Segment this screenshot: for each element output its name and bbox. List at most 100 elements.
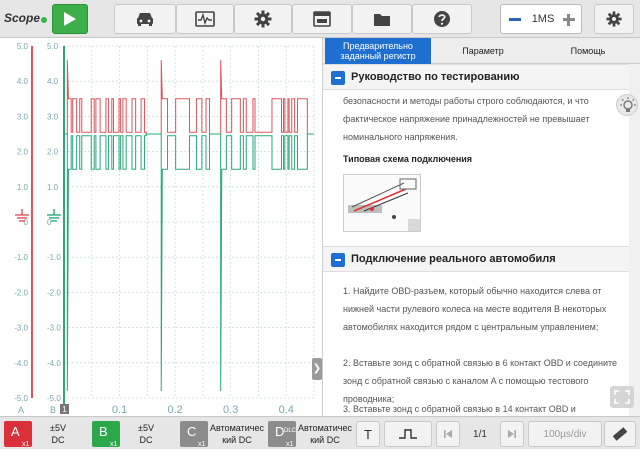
channel-b-settings: ±5V DC <box>138 423 154 445</box>
open-folder-button[interactable] <box>352 4 412 34</box>
y-tick-label-a: 4.0 <box>17 77 29 86</box>
folder-icon <box>374 13 390 26</box>
vehicle-step-1: 1. Найдите OBD-разъем, который обычно на… <box>343 286 607 332</box>
connection-diagram-thumbnail[interactable] <box>343 174 421 232</box>
y-tick-label-b: -3.0 <box>47 324 61 333</box>
y-tick-label-b: -5.0 <box>47 394 61 403</box>
panel-tabs: Предварительно заданный регистр Параметр… <box>323 38 640 64</box>
y-tick-label-a: 5.0 <box>17 42 29 51</box>
y-tick-label-a: -3.0 <box>14 324 28 333</box>
waveform-library-button[interactable] <box>176 4 234 34</box>
play-icon <box>64 12 76 26</box>
y-tick-label-b: 2.0 <box>47 148 59 157</box>
waveform-icon <box>195 11 215 27</box>
lightbulb-icon <box>620 97 636 112</box>
first-page-button[interactable] <box>436 421 460 447</box>
y-tick-label-a: 2.0 <box>17 148 29 157</box>
y-tick-label-b: 1.0 <box>47 183 59 192</box>
tab-help[interactable]: Помощь <box>535 38 640 64</box>
app-title: Scope <box>4 11 48 25</box>
channel-a-control[interactable]: Ax1 ±5V DC <box>4 421 88 448</box>
scope-settings-button[interactable] <box>594 4 634 34</box>
time-per-div-selector[interactable]: 100µs/div <box>528 421 602 447</box>
fullscreen-button[interactable] <box>610 386 634 408</box>
tab-parameter[interactable]: Параметр <box>431 38 535 64</box>
y-tick-label-a: 0 <box>24 218 29 227</box>
rising-edge-icon <box>399 429 417 439</box>
x-tick-label: 0.3 <box>223 404 238 416</box>
x-tick-label: 0.4 <box>279 404 294 416</box>
guide-section-header[interactable]: Руководство по тестированию <box>323 64 629 90</box>
timebase-value: 1MS <box>531 13 555 25</box>
status-dot-icon <box>41 17 48 23</box>
ruler-icon <box>612 427 628 441</box>
trigger-edge-button[interactable] <box>384 421 432 447</box>
last-page-button[interactable] <box>500 421 524 447</box>
y-tick-label-a: -5.0 <box>14 394 28 403</box>
vehicle-section-header[interactable]: Подключение реального автомобиля <box>323 246 629 272</box>
y-tick-label-b: -4.0 <box>47 359 61 368</box>
channel-c-settings: Автоматичес кий DC <box>210 423 264 445</box>
vehicle-step-3: 3. Вставьте зонд с обратной связью в 14 … <box>343 404 576 414</box>
collapse-icon[interactable] <box>331 71 345 85</box>
y-tick-label-b: -1.0 <box>47 253 61 262</box>
waveform-plot[interactable]: 5.0 4.0 3.0 2.0 1.0 0 -1.0 -2.0 -3.0 -4.0 -5.0 5.0 4… <box>0 38 322 416</box>
y-tick-label-a: 3.0 <box>17 112 29 121</box>
trigger-button[interactable]: T <box>356 421 380 447</box>
help-button[interactable] <box>412 4 472 34</box>
diagram-title: Типовая схема подключения <box>343 154 473 164</box>
bottom-toolbar: Ax1 ±5V DC Bx1 ±5V DC Cx1 Автоматичес кий D… <box>0 416 640 449</box>
ruler-button[interactable] <box>604 421 636 447</box>
y-tick-label-b: 3.0 <box>47 112 59 121</box>
top-toolbar: Scope 1MS <box>0 0 640 38</box>
vehicle-button[interactable] <box>114 4 176 34</box>
zoom-icon[interactable] <box>408 219 420 231</box>
guide-heading: Руководство по тестированию <box>351 71 520 83</box>
y-tick-label-a: -4.0 <box>14 359 28 368</box>
skip-forward-icon <box>508 430 516 438</box>
channel-a-trace <box>64 60 314 135</box>
expand-icon <box>614 390 630 404</box>
y-tick-label-b: -2.0 <box>47 288 61 297</box>
skip-back-icon <box>444 430 452 438</box>
window-button[interactable] <box>292 4 352 34</box>
channel-a-settings: ±5V DC <box>50 423 66 445</box>
axis-a-label: A <box>18 405 24 415</box>
channel-b-trace <box>64 133 314 391</box>
channel-a-badge[interactable]: Ax1 <box>4 421 32 448</box>
play-button[interactable] <box>52 4 88 34</box>
x-tick-label: 0.2 <box>167 404 182 416</box>
y-tick-label-b: 5.0 <box>47 42 59 51</box>
gear-icon <box>606 11 622 27</box>
channel-c-control[interactable]: Cx1 Автоматичес кий DC <box>180 421 266 448</box>
y-tick-label-b: 0 <box>47 218 52 227</box>
page-indicator: 1/1 <box>473 428 487 440</box>
car-icon <box>137 13 153 26</box>
channel-b-badge[interactable]: Bx1 <box>92 421 120 448</box>
channel-d-badge[interactable]: Dx1 DLC <box>268 421 296 448</box>
axis-b-label: B <box>50 405 56 415</box>
tab-preset-register[interactable]: Предварительно заданный регистр <box>325 38 431 64</box>
timebase-decrease-button[interactable] <box>509 18 521 21</box>
channel-d-settings: Автоматичес кий DC <box>298 423 352 445</box>
y-tick-label-a: 1.0 <box>17 183 29 192</box>
vehicle-heading: Подключение реального автомобиля <box>351 253 556 265</box>
guide-text: безопасности и методы работы строго собл… <box>343 96 590 142</box>
cursor-marker-label: 1 <box>62 405 67 414</box>
info-panel: Предварительно заданный регистр Параметр… <box>322 38 640 416</box>
collapse-icon[interactable] <box>331 253 345 267</box>
lightbulb-button[interactable] <box>616 94 638 116</box>
timebase-control: 1MS <box>500 4 582 34</box>
settings-button[interactable] <box>234 4 292 34</box>
channel-b-control[interactable]: Bx1 ±5V DC <box>92 421 176 448</box>
window-icon <box>313 11 331 27</box>
y-tick-label-a: -2.0 <box>14 288 28 297</box>
channel-d-control[interactable]: Dx1 DLC Автоматичес кий DC <box>268 421 356 448</box>
channel-c-badge[interactable]: Cx1 <box>180 421 208 448</box>
plus-icon <box>567 14 570 26</box>
y-tick-label-a: -1.0 <box>14 253 28 262</box>
panel-collapse-handle[interactable]: ❯ <box>312 358 322 380</box>
gear-icon <box>254 10 272 28</box>
scope-graph[interactable]: 5.0 4.0 3.0 2.0 1.0 0 -1.0 -2.0 -3.0 -4.0 -5.0 5.0 4… <box>0 38 322 416</box>
y-tick-label-b: 4.0 <box>47 77 59 86</box>
